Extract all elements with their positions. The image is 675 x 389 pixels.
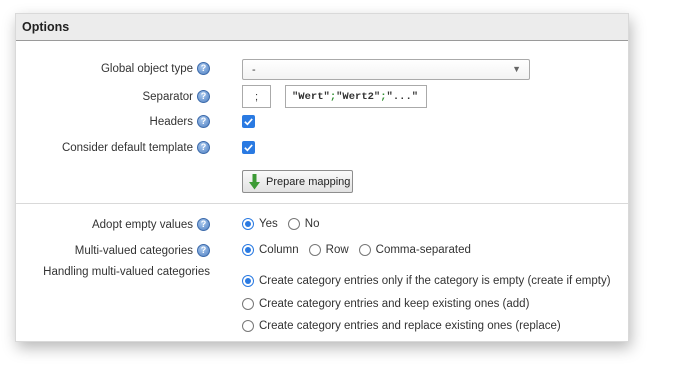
help-icon[interactable]: ? <box>197 62 210 75</box>
radio-button[interactable] <box>242 320 254 333</box>
multi-valued-row-option[interactable]: Row <box>308 244 349 256</box>
handling-replace[interactable]: Create category entries and replace exis… <box>242 315 611 338</box>
separator-example: "Wert"; "Wert2"; "..." <box>285 85 427 108</box>
separator-label: Separator <box>142 90 193 103</box>
arrow-down-icon <box>249 173 260 189</box>
global-object-type-select[interactable]: - ▼ <box>242 59 530 80</box>
handling-radios: Create category entries only if the cate… <box>242 270 611 338</box>
default-template-label: Consider default template <box>61 141 193 154</box>
radio-button[interactable] <box>308 244 321 256</box>
multi-valued-comma[interactable]: Comma-separated <box>358 244 471 256</box>
headers-checkbox[interactable] <box>242 115 255 128</box>
radio-button[interactable] <box>242 275 254 288</box>
handling-add[interactable]: Create category entries and keep existin… <box>242 293 611 316</box>
adopt-empty-label: Adopt empty values <box>91 218 193 231</box>
help-icon[interactable]: ? <box>197 115 210 128</box>
default-template-checkbox[interactable] <box>242 141 255 154</box>
multi-valued-radios: Column Row Comma-separated <box>242 244 471 256</box>
option-label: Column <box>259 244 299 256</box>
panel-title: Options <box>16 14 628 41</box>
option-label: Create category entries only if the cate… <box>259 275 611 288</box>
handling-label: Handling multi-valued categories <box>43 266 210 278</box>
radio-button[interactable] <box>242 218 254 230</box>
section-divider <box>16 203 628 204</box>
radio-button[interactable] <box>287 218 300 230</box>
example-value-2: "Wert2" <box>336 90 381 103</box>
option-label: Row <box>325 244 349 256</box>
option-label: No <box>304 218 320 230</box>
option-label: Create category entries and replace exis… <box>259 320 561 333</box>
help-icon[interactable]: ? <box>197 218 210 231</box>
headers-label: Headers <box>149 115 193 128</box>
radio-button[interactable] <box>242 244 254 256</box>
example-value-3: "..." <box>386 90 419 103</box>
chevron-down-icon: ▼ <box>512 64 521 74</box>
help-icon[interactable]: ? <box>197 141 210 154</box>
options-panel: Options Global object type ? - ▼ Separat… <box>15 13 629 342</box>
example-value-1: "Wert" <box>292 90 330 103</box>
help-icon[interactable]: ? <box>197 90 210 103</box>
option-label: Comma-separated <box>375 244 471 256</box>
multi-valued-column[interactable]: Column <box>242 244 299 256</box>
help-icon[interactable]: ? <box>197 244 210 257</box>
adopt-empty-no[interactable]: No <box>287 218 320 230</box>
check-icon <box>244 144 253 152</box>
multi-valued-label: Multi-valued categories <box>74 244 193 257</box>
check-icon <box>244 118 253 126</box>
global-object-type-label: Global object type <box>100 62 193 75</box>
radio-button[interactable] <box>358 244 371 256</box>
prepare-mapping-label: Prepare mapping <box>266 175 351 188</box>
prepare-mapping-button[interactable]: Prepare mapping <box>242 170 353 193</box>
separator-input[interactable]: ; <box>242 85 271 108</box>
adopt-empty-yes[interactable]: Yes <box>242 218 278 230</box>
option-label: Create category entries and keep existin… <box>259 297 530 310</box>
adopt-empty-radios: Yes No <box>242 218 319 230</box>
radio-button[interactable] <box>242 297 254 310</box>
handling-create-if-empty[interactable]: Create category entries only if the cate… <box>242 270 611 293</box>
global-object-type-value: - <box>252 63 256 76</box>
option-label: Yes <box>259 218 278 230</box>
